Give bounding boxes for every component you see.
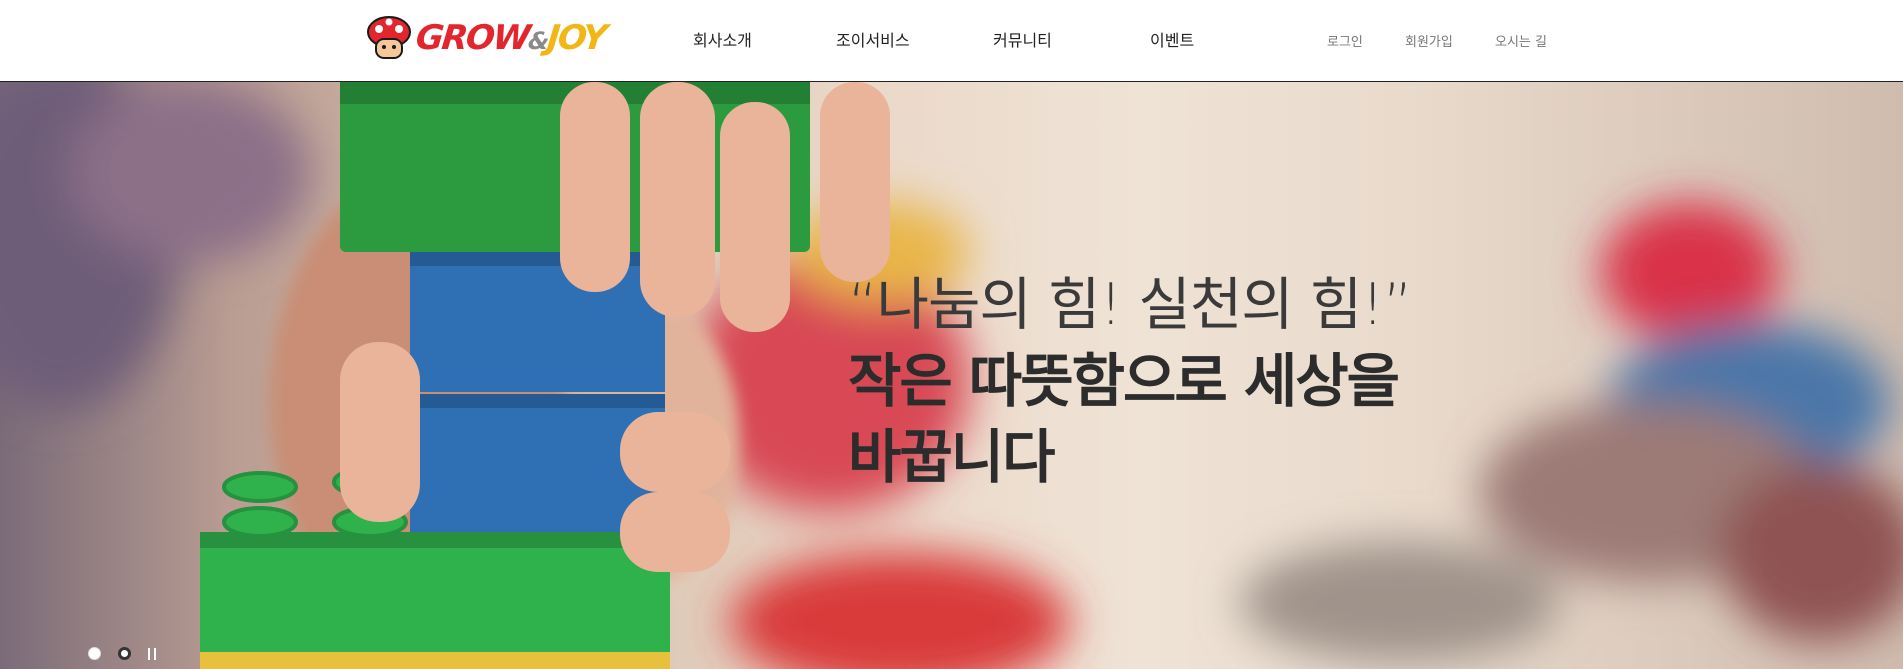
hero-headline: 작은 따뜻함으로 세상을 바꿉니다 [848,347,1400,491]
hero-slider: “나눔의 힘! 실천의 힘!” 작은 따뜻함으로 세상을 바꿉니다 [0,82,1903,669]
signup-link[interactable]: 회원가입 [1405,31,1453,50]
nav-item-event[interactable]: 이벤트 [1150,27,1194,51]
nav-item-community[interactable]: 커뮤니티 [993,27,1052,51]
pause-icon[interactable] [148,647,156,660]
nav-item-company[interactable]: 회사소개 [693,27,752,51]
directions-link[interactable]: 오시는 길 [1495,31,1547,50]
hero-quote: “나눔의 힘! 실천의 힘!” [848,272,1413,338]
main-nav: 회사소개 조이서비스 커뮤니티 이벤트 [0,27,1903,51]
nav-item-joy-service[interactable]: 조이서비스 [836,27,910,51]
slider-controls [88,647,156,660]
hero-slogan: “나눔의 힘! 실천의 힘!” 작은 따뜻함으로 세상을 바꿉니다 [848,267,1448,495]
slider-dot-2[interactable] [118,647,131,660]
login-link[interactable]: 로그인 [1327,31,1363,50]
slider-dot-1[interactable] [88,647,101,660]
site-header: GROW&JOY 회사소개 조이서비스 커뮤니티 이벤트 로그인 회원가입 오시… [0,0,1903,82]
